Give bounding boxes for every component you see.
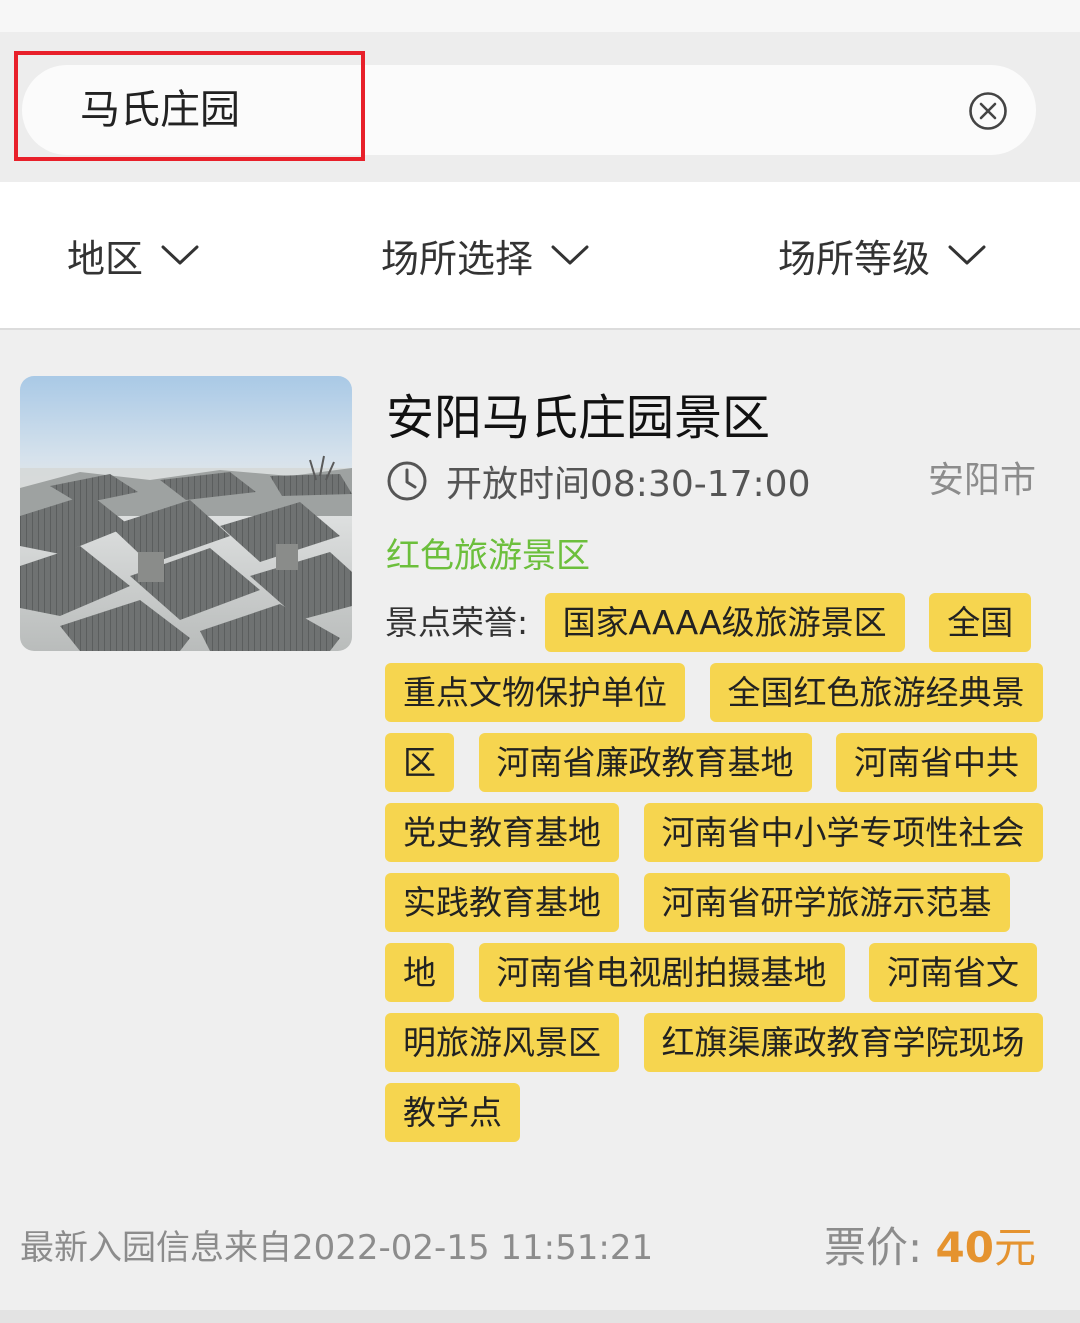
ticket-price: 票价: 40元 bbox=[824, 1214, 1036, 1275]
category-label: 红色旅游景区 bbox=[386, 536, 590, 576]
price-value: 40 bbox=[935, 1223, 994, 1272]
filter-venue-type-label: 场所选择 bbox=[381, 236, 534, 281]
price-label: 票价: bbox=[824, 1223, 923, 1272]
chevron-down-icon bbox=[161, 245, 199, 265]
price-unit: 元 bbox=[993, 1223, 1036, 1272]
filter-venue-level-label: 场所等级 bbox=[778, 236, 931, 281]
filter-bar: 地区 场所选择 场所等级 bbox=[0, 182, 1080, 330]
honors-label: 景点荣誉: bbox=[385, 603, 529, 642]
close-circle-icon[interactable] bbox=[968, 91, 1008, 131]
top-strip bbox=[0, 0, 1080, 32]
scenic-thumbnail[interactable] bbox=[20, 376, 352, 651]
honor-tag: 河南省廉政教育基地 bbox=[478, 733, 812, 792]
update-info: 最新入园信息来自2022-02-15 11:51:21 bbox=[20, 1228, 654, 1268]
honor-tag: 河南省电视剧拍摄基地 bbox=[478, 943, 845, 1002]
bottom-divider bbox=[0, 1310, 1080, 1323]
place-title[interactable]: 安阳马氏庄园景区 bbox=[386, 378, 770, 448]
highlight-box bbox=[14, 51, 365, 161]
filter-venue-type[interactable]: 场所选择 bbox=[381, 182, 589, 328]
honor-tag: 国家AAAA级旅游景区 bbox=[544, 593, 905, 652]
honors-list: 景点荣誉: 国家AAAA级旅游景区 全国重点文物保护单位 全国红色旅游经典景区 … bbox=[385, 588, 1043, 1148]
filter-region[interactable]: 地区 bbox=[67, 182, 199, 328]
result-card[interactable]: 安阳马氏庄园景区 开放时间08:30-17:00 安阳市 红色旅游景区 景点荣誉… bbox=[0, 330, 1080, 1310]
filter-venue-level[interactable]: 场所等级 bbox=[778, 182, 986, 328]
city-label: 安阳市 bbox=[927, 460, 1036, 501]
clock-icon bbox=[387, 461, 427, 501]
open-time: 开放时间08:30-17:00 bbox=[446, 464, 811, 505]
card-footer: 最新入园信息来自2022-02-15 11:51:21 票价: 40元 bbox=[20, 1214, 1036, 1272]
chevron-down-icon bbox=[948, 245, 986, 265]
chevron-down-icon bbox=[551, 245, 589, 265]
open-time-row: 开放时间08:30-17:00 bbox=[386, 458, 811, 505]
filter-region-label: 地区 bbox=[67, 236, 144, 281]
